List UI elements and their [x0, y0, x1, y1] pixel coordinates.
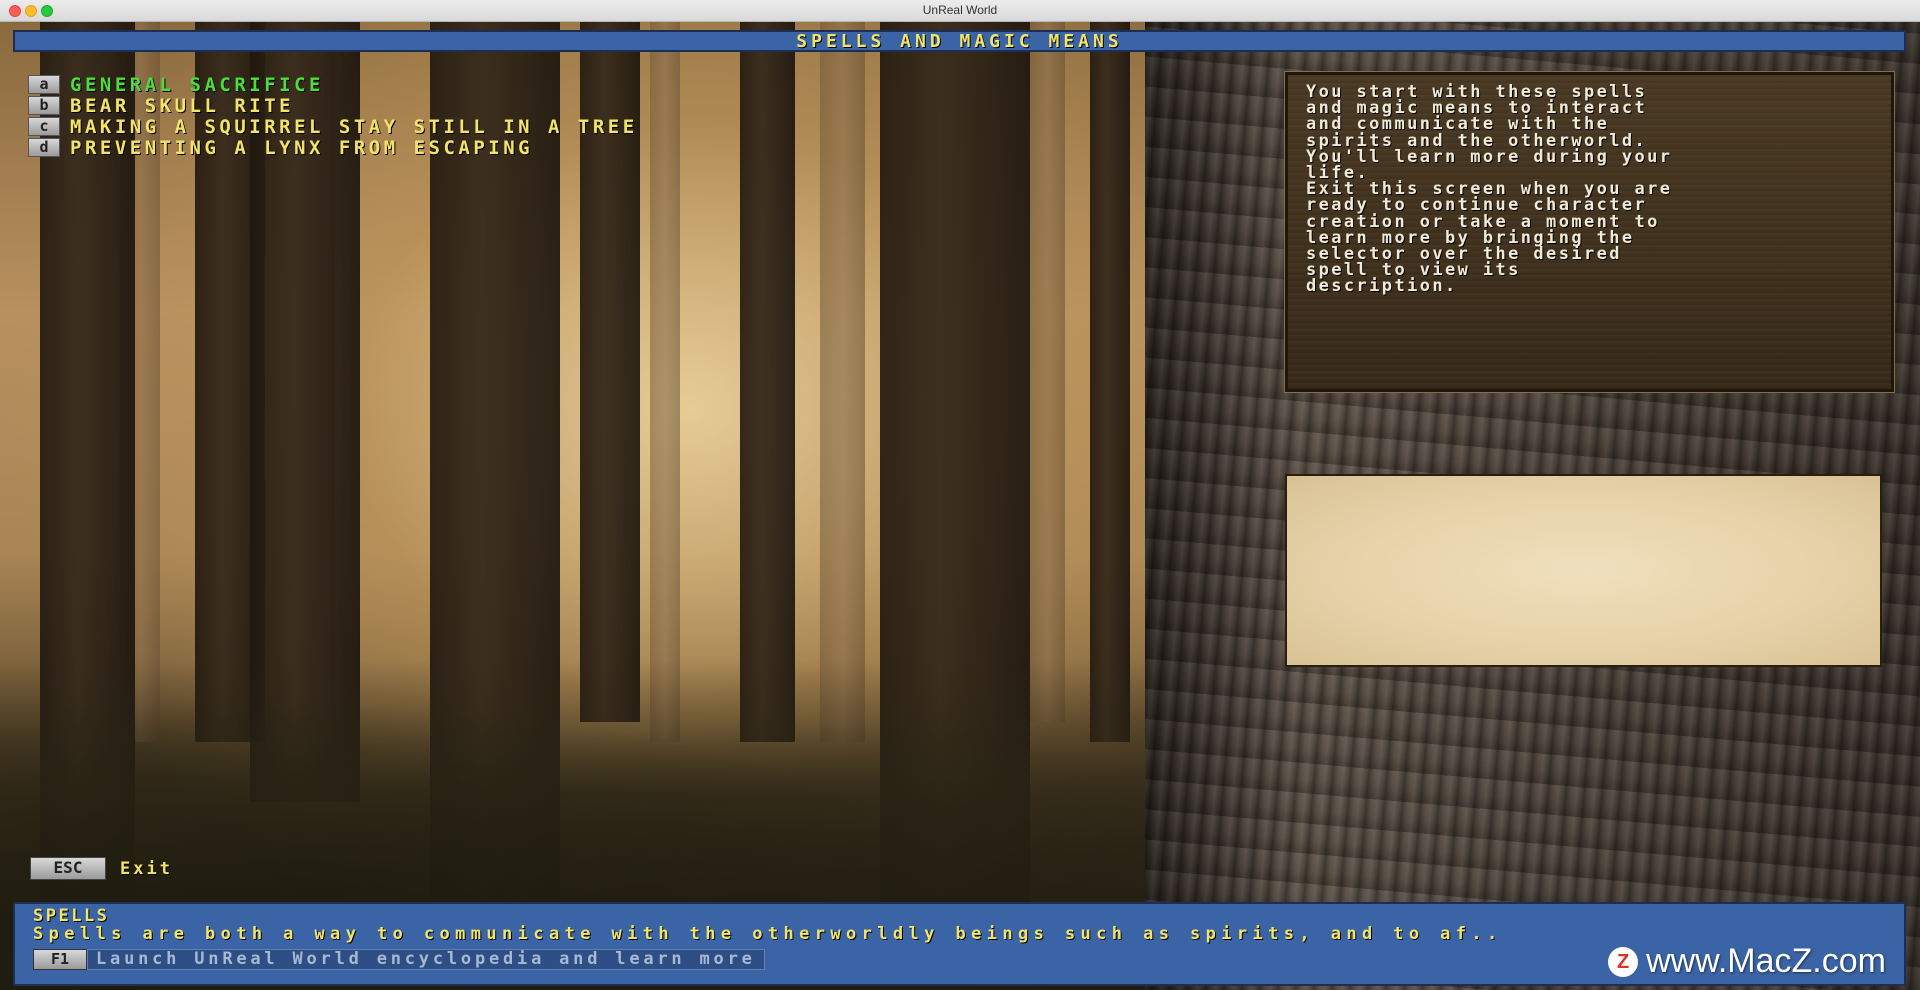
info-line: description. [1306, 276, 1458, 297]
screen-header: SPELLS AND MAGIC MEANS [13, 30, 1906, 52]
spell-key-d[interactable]: d [28, 138, 60, 157]
app-window: UnReal World SPELLS AND MAGIC MEANS a GE… [0, 0, 1920, 990]
info-line: You'll learn more during your [1306, 146, 1673, 167]
spell-item-lynx[interactable]: d PREVENTING A LYNX FROM ESCAPING [28, 137, 638, 159]
spell-item-squirrel[interactable]: c MAKING A SQUIRREL STAY STILL IN A TREE [28, 116, 638, 138]
spell-name[interactable]: PREVENTING A LYNX FROM ESCAPING [70, 137, 533, 159]
spell-item-bear-skull-rite[interactable]: b BEAR SKULL RITE [28, 95, 638, 117]
bottom-info-bar: SPELLS Spells are both a way to communic… [13, 902, 1906, 986]
bottom-title: SPELLS [33, 906, 110, 926]
watermark-text: www.MacZ.com [1646, 942, 1886, 980]
spell-name[interactable]: GENERAL SACRIFICE [70, 74, 324, 96]
spell-key-c[interactable]: c [28, 117, 60, 136]
watermark-logo-icon: Z [1608, 946, 1639, 977]
window-title: UnReal World [922, 3, 998, 17]
spell-name[interactable]: MAKING A SQUIRREL STAY STILL IN A TREE [70, 116, 638, 138]
spell-name[interactable]: BEAR SKULL RITE [70, 95, 294, 117]
title-bar: UnReal World [0, 0, 1920, 22]
screen-title: SPELLS AND MAGIC MEANS [796, 31, 1123, 52]
spell-item-general-sacrifice[interactable]: a GENERAL SACRIFICE [28, 74, 638, 96]
watermark: Z www.MacZ.com [1608, 942, 1886, 981]
spell-key-a[interactable]: a [28, 75, 60, 94]
spell-key-b[interactable]: b [28, 96, 60, 115]
game-screen: SPELLS AND MAGIC MEANS a GENERAL SACRIFI… [0, 22, 1920, 990]
exit-control[interactable]: ESC Exit [30, 857, 173, 880]
info-panel: You start with these spells and magic me… [1284, 71, 1895, 393]
spell-description-parchment [1285, 474, 1882, 667]
encyclopedia-link[interactable]: Launch UnReal World encyclopedia and lea… [87, 949, 765, 970]
spell-list: a GENERAL SACRIFICE b BEAR SKULL RITE c … [28, 74, 638, 159]
forest-background [0, 22, 1150, 990]
esc-key-button[interactable]: ESC [30, 857, 106, 880]
exit-label[interactable]: Exit [120, 859, 173, 879]
f1-key-button[interactable]: F1 [33, 949, 87, 970]
